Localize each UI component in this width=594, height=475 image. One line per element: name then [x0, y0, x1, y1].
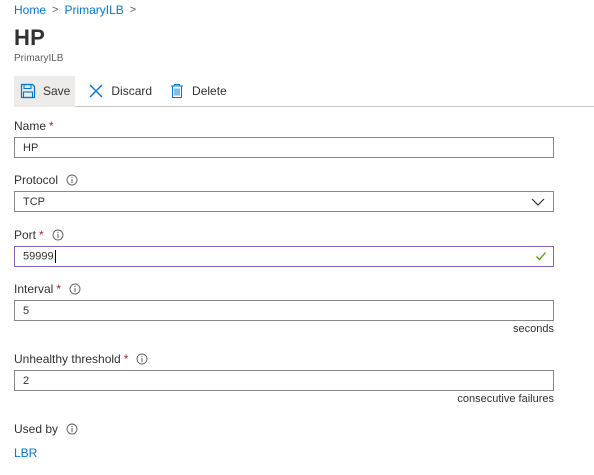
info-icon[interactable] — [52, 229, 64, 241]
name-label: Name * — [14, 119, 54, 133]
unhealthy-threshold-label: Unhealthy threshold * — [14, 352, 148, 366]
port-input-text: 59999 — [23, 250, 54, 263]
required-mark: * — [123, 352, 129, 366]
breadcrumb: Home > PrimaryILB > — [14, 2, 142, 18]
required-mark: * — [49, 119, 54, 133]
name-input[interactable]: HP — [14, 137, 554, 158]
breadcrumb-separator: > — [129, 3, 137, 16]
interval-label: Interval * — [14, 282, 81, 296]
breadcrumb-separator: > — [52, 3, 59, 16]
protocol-select[interactable]: TCP — [14, 191, 554, 212]
info-icon[interactable] — [66, 174, 78, 186]
interval-unit: seconds — [513, 323, 554, 335]
unhealthy-threshold-unit: consecutive failures — [457, 393, 554, 405]
breadcrumb-home-link[interactable]: Home — [14, 3, 46, 17]
name-input-value: HP — [23, 141, 39, 154]
page-title: HP — [14, 25, 45, 50]
save-icon — [19, 82, 37, 100]
port-label: Port * — [14, 228, 64, 242]
protocol-select-value: TCP — [23, 195, 45, 208]
used-by-lbr-link[interactable]: LBR — [14, 446, 37, 460]
name-label-text: Name — [14, 119, 47, 133]
protocol-label: Protocol — [14, 173, 78, 187]
page-subtitle: PrimaryILB — [14, 53, 64, 64]
breadcrumb-primaryilb-link[interactable]: PrimaryILB — [64, 3, 123, 17]
unhealthy-threshold-input[interactable]: 2 — [14, 370, 554, 391]
used-by-label-text: Used by — [14, 422, 59, 436]
required-mark: * — [56, 282, 62, 296]
delete-button-label: Delete — [192, 84, 227, 98]
save-button-label: Save — [43, 84, 71, 98]
port-input[interactable]: 59999 — [14, 246, 554, 267]
used-by-label: Used by — [14, 422, 78, 436]
delete-button[interactable]: Delete — [164, 76, 231, 107]
info-icon[interactable] — [136, 353, 148, 365]
port-input-value: 59999 — [23, 250, 545, 263]
protocol-label-text: Protocol — [14, 173, 59, 187]
close-icon — [87, 82, 105, 100]
unhealthy-threshold-input-value: 2 — [23, 374, 30, 387]
command-bar: Save Discard Delete — [14, 75, 594, 107]
interval-input[interactable]: 5 — [14, 300, 554, 321]
discard-button-label: Discard — [111, 84, 153, 98]
save-button[interactable]: Save — [14, 75, 76, 107]
interval-input-value: 5 — [23, 304, 30, 317]
info-icon[interactable] — [66, 423, 78, 435]
interval-label-text: Interval — [14, 282, 54, 296]
info-icon[interactable] — [69, 283, 81, 295]
trash-icon — [168, 82, 186, 100]
checkmark-icon — [535, 250, 547, 265]
chevron-down-icon — [531, 197, 545, 210]
port-label-text: Port — [14, 228, 37, 242]
text-cursor — [54, 250, 56, 263]
discard-button[interactable]: Discard — [83, 76, 156, 107]
unhealthy-threshold-label-text: Unhealthy threshold — [14, 352, 121, 366]
required-mark: * — [39, 228, 44, 242]
